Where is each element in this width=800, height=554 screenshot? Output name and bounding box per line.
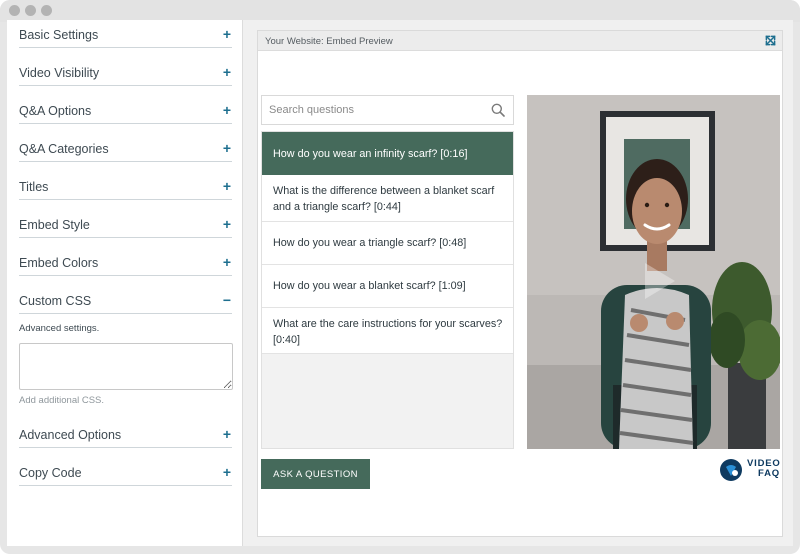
- logo-text: VIDEO FAQ: [747, 459, 781, 479]
- expand-icon[interactable]: [765, 35, 776, 46]
- question-text: How do you wear a triangle scarf? [0:48]: [273, 237, 467, 249]
- preview-header: Your Website: Embed Preview: [258, 31, 782, 51]
- accordion-label: Q&A Categories: [19, 142, 109, 156]
- question-text: How do you wear an infinity scarf? [0:16…: [273, 148, 468, 160]
- logo-line2: FAQ: [758, 468, 780, 479]
- custom-css-description: Advanced settings.: [19, 323, 100, 334]
- expand-plus-icon[interactable]: +: [223, 27, 231, 41]
- accordion-custom-css[interactable]: Custom CSS −: [19, 286, 232, 314]
- accordion-label: Embed Colors: [19, 256, 99, 270]
- accordion-label: Titles: [19, 180, 49, 194]
- accordion-label: Basic Settings: [19, 28, 99, 42]
- question-item[interactable]: How do you wear a blanket scarf? [1:09]: [262, 265, 513, 308]
- accordion-embed-style[interactable]: Embed Style +: [19, 210, 232, 238]
- videofaq-logo-icon: [720, 459, 742, 481]
- question-text: What are the care instructions for your …: [273, 318, 503, 346]
- collapse-minus-icon[interactable]: −: [223, 293, 231, 307]
- accordion-label: Embed Style: [19, 218, 90, 232]
- accordion-advanced-options[interactable]: Advanced Options +: [19, 420, 232, 448]
- custom-css-hint: Add additional CSS.: [19, 395, 105, 406]
- accordion-video-visibility[interactable]: Video Visibility +: [19, 58, 232, 86]
- expand-plus-icon[interactable]: +: [223, 103, 231, 117]
- preview-title: Your Website: Embed Preview: [265, 36, 393, 47]
- expand-plus-icon[interactable]: +: [223, 465, 231, 479]
- expand-plus-icon[interactable]: +: [223, 255, 231, 269]
- question-item[interactable]: How do you wear an infinity scarf? [0:16…: [262, 132, 513, 175]
- question-item[interactable]: What is the difference between a blanket…: [262, 175, 513, 222]
- accordion-label: Custom CSS: [19, 294, 92, 308]
- search-box: [261, 95, 514, 125]
- accordion-titles[interactable]: Titles +: [19, 172, 232, 200]
- window-close-dot[interactable]: [9, 5, 20, 16]
- question-item[interactable]: How do you wear a triangle scarf? [0:48]: [262, 222, 513, 265]
- accordion-label: Advanced Options: [19, 428, 122, 442]
- accordion-label: Q&A Options: [19, 104, 92, 118]
- expand-plus-icon[interactable]: +: [223, 65, 231, 79]
- search-input[interactable]: [262, 96, 484, 124]
- custom-css-textarea[interactable]: [19, 343, 233, 390]
- question-item[interactable]: What are the care instructions for your …: [262, 308, 513, 354]
- expand-plus-icon[interactable]: +: [223, 217, 231, 231]
- video-player[interactable]: [527, 95, 780, 449]
- embed-preview-panel: Your Website: Embed Preview Search quest…: [257, 30, 783, 537]
- browser-window: Basic Settings + Video Visibility + Q&A …: [0, 0, 800, 554]
- accordion-embed-colors[interactable]: Embed Colors +: [19, 248, 232, 276]
- accordion-qa-categories[interactable]: Q&A Categories +: [19, 134, 232, 162]
- accordion-basic-settings[interactable]: Basic Settings +: [19, 20, 232, 48]
- question-text: How do you wear a blanket scarf? [1:09]: [273, 280, 466, 292]
- window-titlebar: [0, 0, 800, 22]
- ask-question-button[interactable]: ASK A QUESTION: [261, 459, 370, 489]
- expand-plus-icon[interactable]: +: [223, 179, 231, 193]
- videofaq-logo: VIDEO FAQ: [719, 458, 781, 482]
- accordion-label: Copy Code: [19, 466, 82, 480]
- settings-sidebar: Basic Settings + Video Visibility + Q&A …: [7, 20, 243, 546]
- expand-plus-icon[interactable]: +: [223, 427, 231, 441]
- app-content: Basic Settings + Video Visibility + Q&A …: [7, 20, 793, 546]
- question-list: How do you wear an infinity scarf? [0:16…: [261, 131, 514, 449]
- search-icon[interactable]: [491, 103, 505, 117]
- window-maximize-dot[interactable]: [41, 5, 52, 16]
- accordion-qa-options[interactable]: Q&A Options +: [19, 96, 232, 124]
- accordion-label: Video Visibility: [19, 66, 100, 80]
- question-text: What is the difference between a blanket…: [273, 185, 495, 213]
- expand-plus-icon[interactable]: +: [223, 141, 231, 155]
- window-minimize-dot[interactable]: [25, 5, 36, 16]
- accordion-copy-code[interactable]: Copy Code +: [19, 458, 232, 486]
